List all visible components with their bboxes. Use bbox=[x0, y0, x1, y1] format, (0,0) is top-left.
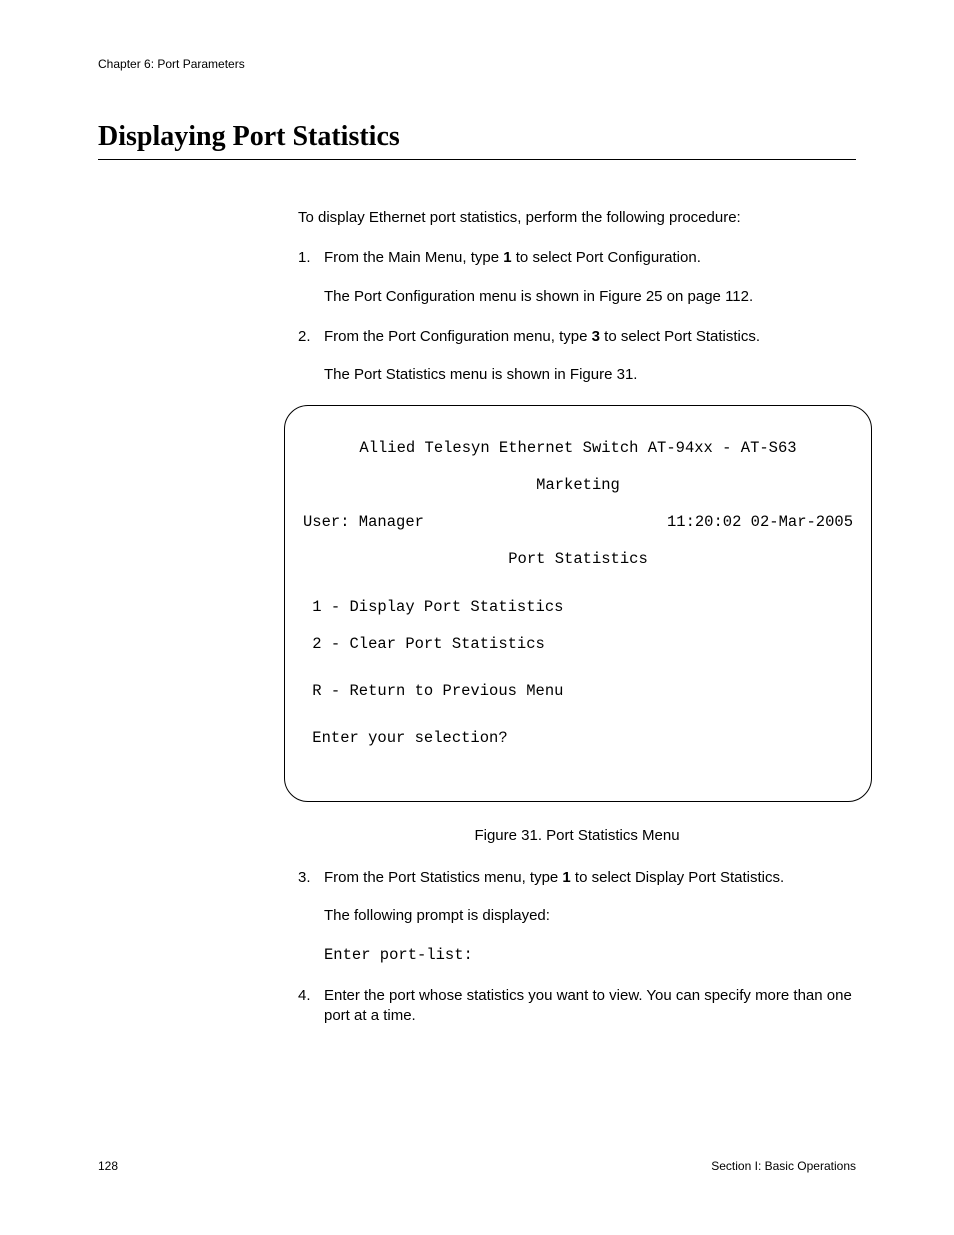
intro-paragraph: To display Ethernet port statistics, per… bbox=[298, 208, 856, 228]
terminal-header-line1: Allied Telesyn Ethernet Switch AT-94xx -… bbox=[303, 439, 853, 458]
step-marker: 3. bbox=[298, 868, 311, 888]
section-title: Displaying Port Statistics bbox=[98, 121, 856, 153]
step-text-pre: From the Port Configuration menu, type bbox=[324, 328, 592, 345]
step-text: From the Port Configuration menu, type 3… bbox=[324, 328, 760, 345]
step-subtext: The Port Configuration menu is shown in … bbox=[324, 287, 856, 307]
step-4: 4. Enter the port whose statistics you w… bbox=[298, 986, 856, 1027]
step-subtext: The following prompt is displayed: bbox=[324, 906, 856, 926]
step-text-post: to select Display Port Statistics. bbox=[571, 869, 784, 886]
step-text-post: to select Port Configuration. bbox=[512, 249, 701, 266]
page-number: 128 bbox=[98, 1159, 118, 1173]
terminal-figure: Allied Telesyn Ethernet Switch AT-94xx -… bbox=[284, 405, 856, 802]
terminal-timestamp: 11:20:02 02-Mar-2005 bbox=[667, 513, 853, 532]
terminal-user: User: Manager bbox=[303, 513, 424, 532]
terminal-option-2: 2 - Clear Port Statistics bbox=[303, 635, 853, 654]
page: Chapter 6: Port Parameters Displaying Po… bbox=[0, 0, 954, 1235]
step-text-bold: 1 bbox=[503, 249, 511, 266]
step-subtext: The Port Statistics menu is shown in Fig… bbox=[324, 365, 856, 385]
step-text-pre: From the Main Menu, type bbox=[324, 249, 503, 266]
step-2: 2. From the Port Configuration menu, typ… bbox=[298, 327, 856, 386]
section-label: Section I: Basic Operations bbox=[711, 1159, 856, 1173]
terminal-menu-title: Port Statistics bbox=[303, 550, 853, 569]
step-text: Enter the port whose statistics you want… bbox=[324, 987, 852, 1024]
terminal-user-row: User: Manager 11:20:02 02-Mar-2005 bbox=[303, 513, 853, 532]
terminal-option-r: R - Return to Previous Menu bbox=[303, 682, 853, 701]
page-footer: 128 Section I: Basic Operations bbox=[98, 1159, 856, 1173]
step-marker: 4. bbox=[298, 986, 311, 1006]
procedure-list: 1. From the Main Menu, type 1 to select … bbox=[298, 248, 856, 385]
step-text-pre: From the Port Statistics menu, type bbox=[324, 869, 562, 886]
step-text: From the Main Menu, type 1 to select Por… bbox=[324, 249, 701, 266]
body-column: To display Ethernet port statistics, per… bbox=[298, 208, 856, 1026]
step-1: 1. From the Main Menu, type 1 to select … bbox=[298, 248, 856, 307]
step-marker: 1. bbox=[298, 248, 311, 268]
terminal-prompt: Enter your selection? bbox=[303, 729, 853, 748]
step-text-bold: 3 bbox=[592, 328, 600, 345]
terminal-box: Allied Telesyn Ethernet Switch AT-94xx -… bbox=[284, 405, 872, 802]
terminal-option-1: 1 - Display Port Statistics bbox=[303, 598, 853, 617]
step-3: 3. From the Port Statistics menu, type 1… bbox=[298, 868, 856, 965]
step-marker: 2. bbox=[298, 327, 311, 347]
title-block: Displaying Port Statistics bbox=[98, 121, 856, 160]
terminal-header-line2: Marketing bbox=[303, 476, 853, 495]
figure-caption: Figure 31. Port Statistics Menu bbox=[298, 826, 856, 846]
step-text-bold: 1 bbox=[562, 869, 570, 886]
step-text: From the Port Statistics menu, type 1 to… bbox=[324, 869, 784, 886]
step-text-post: to select Port Statistics. bbox=[600, 328, 760, 345]
step-prompt: Enter port-list: bbox=[324, 945, 856, 966]
running-header: Chapter 6: Port Parameters bbox=[98, 57, 856, 71]
procedure-list-cont: 3. From the Port Statistics menu, type 1… bbox=[298, 868, 856, 1026]
